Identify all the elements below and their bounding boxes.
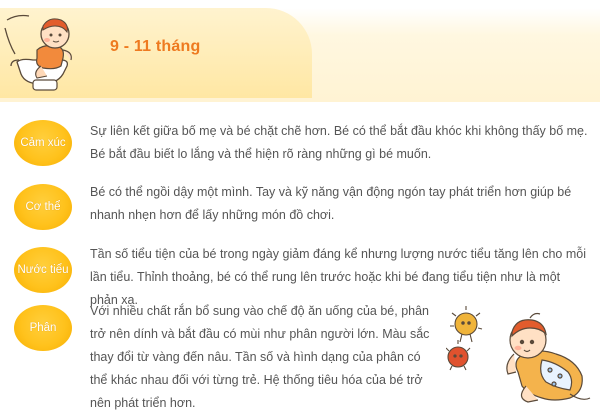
section-badge: Cơ thể: [14, 184, 72, 230]
baby-on-potty-illustration: [4, 14, 72, 91]
section-text: Sự liên kết giữa bố mẹ và bé chặt chẽ hơ…: [90, 124, 588, 161]
section-badge: Phân: [14, 305, 72, 351]
section-text: Bé có thể ngồi dậy một mình. Tay và kỹ n…: [90, 185, 572, 222]
crawling-baby-illustration: [446, 306, 591, 403]
page-title: 9 - 11 tháng: [110, 38, 201, 55]
section-text: Với nhiều chất rắn bổ sung vào chế độ ăn…: [90, 304, 430, 410]
section-badge: Nước tiểu: [14, 247, 72, 293]
section-badge: Cảm xúc: [14, 120, 72, 166]
